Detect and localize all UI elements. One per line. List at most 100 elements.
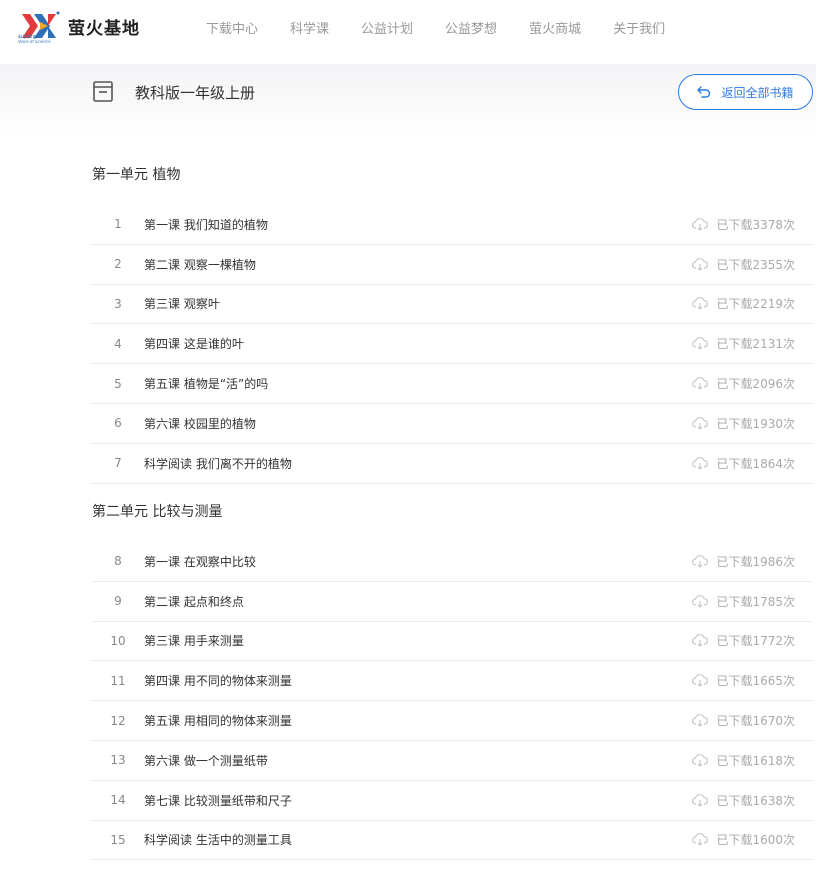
lesson-row[interactable]: 12 第五课 用相同的物体来测量 已下载1670次 — [92, 701, 813, 741]
nav-item-download-center[interactable]: 下载中心 — [206, 18, 258, 37]
lesson-row[interactable]: 10 第三课 用手来测量 已下载1772次 — [92, 622, 813, 662]
nav-item-about-us[interactable]: 关于我们 — [613, 18, 665, 37]
lesson-row[interactable]: 1 第一课 我们知道的植物 已下载3378次 — [92, 205, 813, 245]
download-count[interactable]: 已下载2219次 — [692, 295, 795, 312]
lesson-row[interactable]: 8 第一课 在观察中比较 已下载1986次 — [92, 542, 813, 582]
lesson-row[interactable]: 7 科学阅读 我们离不开的植物 已下载1864次 — [92, 444, 813, 484]
lesson-name[interactable]: 第二课 起点和终点 — [144, 593, 692, 610]
lesson-row[interactable]: 15 科学阅读 生活中的测量工具 已下载1600次 — [92, 821, 813, 861]
download-count-label: 已下载2355次 — [716, 257, 795, 272]
download-count-label: 已下载1665次 — [716, 674, 795, 689]
back-to-all-books-button[interactable]: 返回全部书籍 — [678, 74, 813, 110]
lesson-name[interactable]: 第五课 用相同的物体来测量 — [144, 712, 692, 729]
lesson-row[interactable]: 11 第四课 用不同的物体来测量 已下载1665次 — [92, 661, 813, 702]
lesson-list: 8 第一课 在观察中比较 已下载1986次 9 第二课 起点和终点 已下载1785次 10 第… — [92, 542, 813, 861]
download-count-label: 已下载2131次 — [716, 337, 795, 352]
lesson-number: 1 — [114, 217, 122, 232]
top-navigation-bar: 科学声音 Voice of Science 萤火基地 下载中心 科学课 公益计划… — [0, 0, 816, 64]
download-count-label: 已下载1986次 — [716, 554, 795, 569]
lesson-number: 10 — [110, 633, 126, 648]
lesson-number: 11 — [110, 673, 126, 688]
cloud-download-icon[interactable] — [692, 218, 709, 231]
download-count[interactable]: 已下载2096次 — [692, 375, 795, 392]
unit-title: 第一单元 植物 — [92, 167, 181, 183]
download-count-label: 已下载1930次 — [716, 416, 795, 431]
download-count[interactable]: 已下载1618次 — [692, 752, 795, 769]
download-count[interactable]: 已下载2355次 — [692, 256, 795, 273]
lesson-name[interactable]: 科学阅读 我们离不开的植物 — [144, 455, 692, 472]
download-count[interactable]: 已下载2131次 — [692, 335, 795, 352]
nav-item-charity-dream[interactable]: 公益梦想 — [445, 18, 497, 37]
lesson-name[interactable]: 第一课 在观察中比较 — [144, 553, 692, 570]
lesson-number: 6 — [114, 416, 122, 431]
download-count-label: 已下载3378次 — [716, 217, 795, 232]
lesson-row[interactable]: 6 第六课 校园里的植物 已下载1930次 — [92, 404, 813, 444]
lesson-name[interactable]: 科学阅读 生活中的测量工具 — [144, 831, 692, 848]
cloud-download-icon[interactable] — [692, 674, 709, 688]
lesson-name[interactable]: 第六课 校园里的植物 — [144, 415, 692, 432]
unit-title: 第二单元 比较与测量 — [92, 504, 223, 520]
download-count-label: 已下载1772次 — [716, 634, 795, 649]
download-count-label: 已下载1618次 — [716, 753, 795, 768]
download-count[interactable]: 已下载1772次 — [692, 632, 795, 649]
cloud-download-icon[interactable] — [692, 714, 709, 727]
lesson-number: 5 — [114, 376, 122, 391]
download-count[interactable]: 已下载1785次 — [692, 593, 795, 610]
back-button-label: 返回全部书籍 — [721, 85, 794, 100]
cloud-download-icon[interactable] — [692, 257, 709, 271]
lesson-name[interactable]: 第二课 观察一棵植物 — [144, 256, 692, 273]
cloud-download-icon[interactable] — [692, 833, 709, 847]
nav-item-science-class[interactable]: 科学课 — [290, 18, 329, 37]
download-count[interactable]: 已下载3378次 — [692, 216, 795, 233]
lesson-name[interactable]: 第四课 这是谁的叶 — [144, 335, 692, 352]
download-count[interactable]: 已下载1670次 — [692, 712, 795, 729]
download-count[interactable]: 已下载1665次 — [692, 672, 795, 689]
download-count[interactable]: 已下载1600次 — [692, 831, 795, 848]
cloud-download-icon[interactable] — [692, 754, 709, 767]
return-arrow-icon — [697, 86, 711, 98]
lesson-name[interactable]: 第六课 做一个测量纸带 — [144, 752, 692, 769]
main-nav: 下载中心 科学课 公益计划 公益梦想 萤火商城 关于我们 — [190, 18, 681, 37]
lesson-name[interactable]: 第七课 比较测量纸带和尺子 — [144, 792, 692, 809]
cloud-download-icon[interactable] — [692, 377, 709, 390]
download-count-label: 已下载1670次 — [716, 714, 795, 729]
download-count[interactable]: 已下载1930次 — [692, 415, 795, 432]
site-name[interactable]: 萤火基地 — [68, 14, 140, 39]
lesson-name[interactable]: 第一课 我们知道的植物 — [144, 216, 692, 233]
nav-item-shop[interactable]: 萤火商城 — [529, 18, 581, 37]
unit-section: 第一单元 植物 1 第一课 我们知道的植物 已下载3378次 2 第二课 观察一棵植物已… — [92, 165, 813, 484]
cloud-download-icon[interactable] — [692, 337, 709, 351]
lesson-name[interactable]: 第五课 植物是“活”的吗 — [144, 375, 692, 392]
lesson-row[interactable]: 5 第五课 植物是“活”的吗 已下载2096次 — [92, 364, 813, 404]
download-count[interactable]: 已下载1638次 — [692, 792, 795, 809]
download-count-label: 已下载2096次 — [716, 377, 795, 392]
lesson-row[interactable]: 4 第四课 这是谁的叶 已下载2131次 — [92, 324, 813, 365]
lesson-number: 12 — [110, 713, 126, 728]
cloud-download-icon[interactable] — [692, 634, 709, 648]
lesson-row[interactable]: 3 第三课 观察叶 已下载2219次 — [92, 285, 813, 325]
cloud-download-icon[interactable] — [692, 555, 709, 568]
download-count-label: 已下载1600次 — [716, 833, 795, 848]
lesson-name[interactable]: 第三课 用手来测量 — [144, 632, 692, 649]
cloud-download-icon[interactable] — [692, 297, 709, 311]
download-count[interactable]: 已下载1986次 — [692, 553, 795, 570]
download-count-label: 已下载1638次 — [716, 793, 795, 808]
cloud-download-icon[interactable] — [692, 594, 709, 608]
download-count-label: 已下载1785次 — [716, 594, 795, 609]
lesson-row[interactable]: 14 第七课 比较测量纸带和尺子 已下载1638次 — [92, 781, 813, 821]
download-count-label: 已下载1864次 — [716, 456, 795, 471]
logo-subtitle: Voice of Science — [18, 40, 51, 45]
lesson-number: 15 — [110, 832, 126, 847]
lesson-row[interactable]: 9 第二课 起点和终点 已下载1785次 — [92, 582, 813, 622]
cloud-download-icon[interactable] — [692, 793, 709, 807]
nav-item-charity-plan[interactable]: 公益计划 — [361, 18, 413, 37]
page-title: 教科版一年级上册 — [135, 84, 256, 102]
lesson-name[interactable]: 第三课 观察叶 — [144, 295, 692, 312]
lesson-number: 13 — [110, 753, 126, 768]
lesson-row[interactable]: 2 第二课 观察一棵植物 已下载2355次 — [92, 245, 813, 285]
cloud-download-icon[interactable] — [692, 417, 709, 430]
download-count[interactable]: 已下载1864次 — [692, 455, 795, 472]
cloud-download-icon[interactable] — [692, 456, 709, 470]
lesson-name[interactable]: 第四课 用不同的物体来测量 — [144, 672, 692, 689]
lesson-row[interactable]: 13 第六课 做一个测量纸带 已下载1618次 — [92, 741, 813, 781]
